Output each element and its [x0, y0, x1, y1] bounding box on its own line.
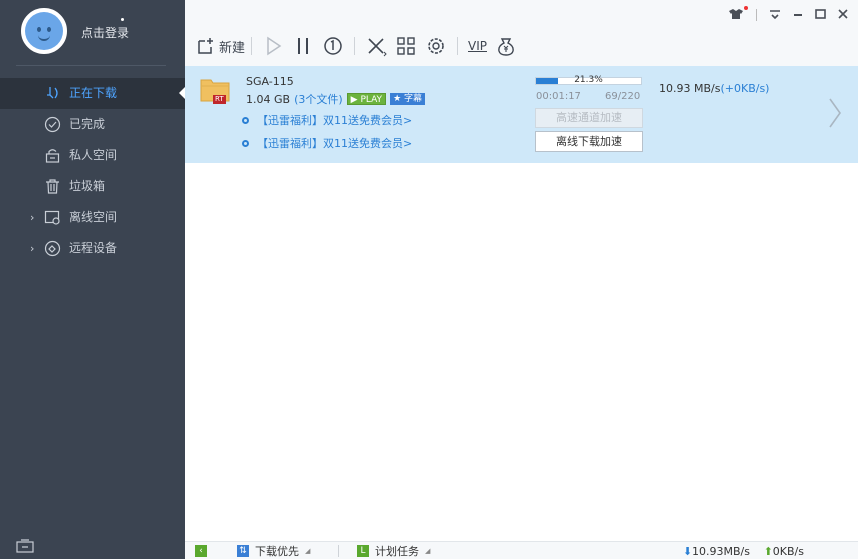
task-toolbar: 新建 VIP [197, 34, 521, 58]
coin-bag-icon[interactable] [495, 35, 517, 57]
sidebar-item-label: 正在下载 [69, 86, 118, 100]
download-speed: 10.93 MB/s [659, 82, 721, 95]
sidebar: 点击登录 正在下载 已完成 私人空间 垃圾箱 › 离线空间 › 远程设备 [0, 0, 185, 559]
notification-dot [121, 18, 124, 21]
cloud-folder-icon [44, 210, 60, 225]
chevron-left-icon: ‹ [195, 545, 207, 557]
pause-icon[interactable] [292, 35, 314, 57]
schedule-icon: L [357, 545, 369, 557]
folder-badge: RT [213, 95, 226, 104]
arrow-down-icon: ⬇ [682, 545, 693, 558]
sidebar-item-downloading[interactable]: 正在下载 [0, 78, 185, 109]
profile-area: 点击登录 [0, 0, 185, 66]
sidebar-item-label: 已完成 [69, 117, 106, 131]
menu-icon[interactable] [769, 8, 781, 22]
offline-accel-button[interactable]: 离线下载加速 [535, 131, 643, 152]
play-tag[interactable]: ▶ PLAY [346, 93, 387, 105]
minimize-icon[interactable] [793, 8, 803, 22]
window-controls [728, 5, 848, 24]
device-icon[interactable] [16, 539, 34, 553]
task-speed: 10.93 MB/s(+0KB/s) [659, 82, 769, 95]
qr-code-icon[interactable] [395, 35, 417, 57]
delete-icon[interactable] [365, 35, 387, 57]
scheduled-task-button[interactable]: L 计划任务 ◢ [357, 544, 430, 558]
promo-link-1[interactable]: 【迅雷福利】双11送免费会员> [242, 112, 412, 128]
sidebar-item-label: 私人空间 [69, 148, 118, 162]
sidebar-nav: 正在下载 已完成 私人空间 垃圾箱 › 离线空间 › 远程设备 [0, 78, 185, 264]
maximize-icon[interactable] [815, 8, 826, 22]
new-task-label: 新建 [219, 40, 246, 56]
limit-speed-icon[interactable] [322, 35, 344, 57]
dropdown-caret-icon: ◢ [305, 547, 311, 555]
sidebar-item-offline-space[interactable]: › 离线空间 [0, 202, 185, 233]
sidebar-item-label: 垃圾箱 [69, 179, 106, 193]
top-toolbar: 新建 VIP [185, 0, 858, 66]
task-row[interactable]: RT SGA-115 1.04 GB (3个文件) ▶ PLAY ★ 字幕 【迅… [185, 66, 858, 163]
task-info: 1.04 GB (3个文件) ▶ PLAY ★ 字幕 [246, 91, 426, 107]
elapsed-time: 00:01:17 [536, 91, 581, 102]
vip-button[interactable]: VIP [468, 34, 487, 58]
lock-icon [45, 149, 60, 163]
high-speed-accel-button[interactable]: 高速通道加速 [535, 108, 643, 128]
sidebar-item-remote-device[interactable]: › 远程设备 [0, 233, 185, 264]
expand-arrow-icon[interactable]: › [30, 233, 34, 264]
skin-icon[interactable] [728, 5, 748, 23]
new-task-icon [198, 38, 213, 54]
sidebar-divider [16, 65, 166, 66]
status-bar: ‹ ⇅ 下载优先 ◢ L 计划任务 ◢ ⬇10.93MB/s ⬆0KB/s [185, 541, 858, 559]
avatar-face-icon [25, 12, 63, 50]
promo-link-2[interactable]: 【迅雷福利】双11送免费会员> [242, 135, 412, 151]
download-icon [47, 87, 58, 99]
avatar[interactable] [21, 8, 67, 54]
total-download-speed: ⬇10.93MB/s [682, 545, 750, 558]
progress-percent: 21.3% [574, 75, 603, 85]
sidebar-item-completed[interactable]: 已完成 [0, 109, 185, 140]
promo-text: 【迅雷福利】双11送免费会员> [257, 114, 413, 127]
main-panel: 新建 VIP RT SGA-115 1.04 GB (3个文件) ▶ PLAY [185, 0, 858, 559]
promo-text: 【迅雷福利】双11送免费会员> [257, 137, 413, 150]
download-priority-label: 下载优先 [255, 545, 299, 558]
upload-speed: (+0KB/s) [720, 82, 770, 95]
task-size: 1.04 GB [246, 92, 291, 106]
sidebar-item-label: 离线空间 [69, 210, 118, 224]
total-upload-speed: ⬆0KB/s [763, 545, 804, 558]
start-icon[interactable] [262, 35, 284, 57]
settings-icon[interactable] [425, 35, 447, 57]
remote-device-icon [44, 240, 61, 257]
arrow-up-icon: ⬆ [763, 545, 773, 558]
sidebar-item-private-space[interactable]: 私人空间 [0, 140, 185, 171]
sidebar-item-label: 远程设备 [69, 241, 118, 255]
scheduled-task-label: 计划任务 [375, 545, 419, 558]
piece-count: 69/220 [605, 91, 641, 102]
close-icon[interactable] [838, 8, 848, 22]
bullet-icon [242, 116, 249, 124]
subtitle-tag[interactable]: ★ 字幕 [390, 93, 426, 105]
collapse-button[interactable]: ‹ [195, 544, 207, 558]
bullet-icon [242, 139, 249, 147]
priority-icon: ⇅ [237, 545, 249, 557]
new-task-button[interactable]: 新建 [197, 34, 245, 58]
login-link[interactable]: 点击登录 [81, 24, 129, 41]
dropdown-caret-icon: ◢ [425, 547, 431, 555]
trash-icon [46, 179, 59, 194]
download-priority-button[interactable]: ⇅ 下载优先 ◢ [237, 544, 310, 558]
sidebar-item-trash[interactable]: 垃圾箱 [0, 171, 185, 202]
task-name: SGA-115 [246, 75, 294, 88]
file-count-link[interactable]: (3个文件) [294, 91, 343, 107]
chevron-right-icon[interactable] [828, 98, 842, 128]
expand-arrow-icon[interactable]: › [30, 202, 34, 233]
check-circle-icon [44, 116, 61, 133]
